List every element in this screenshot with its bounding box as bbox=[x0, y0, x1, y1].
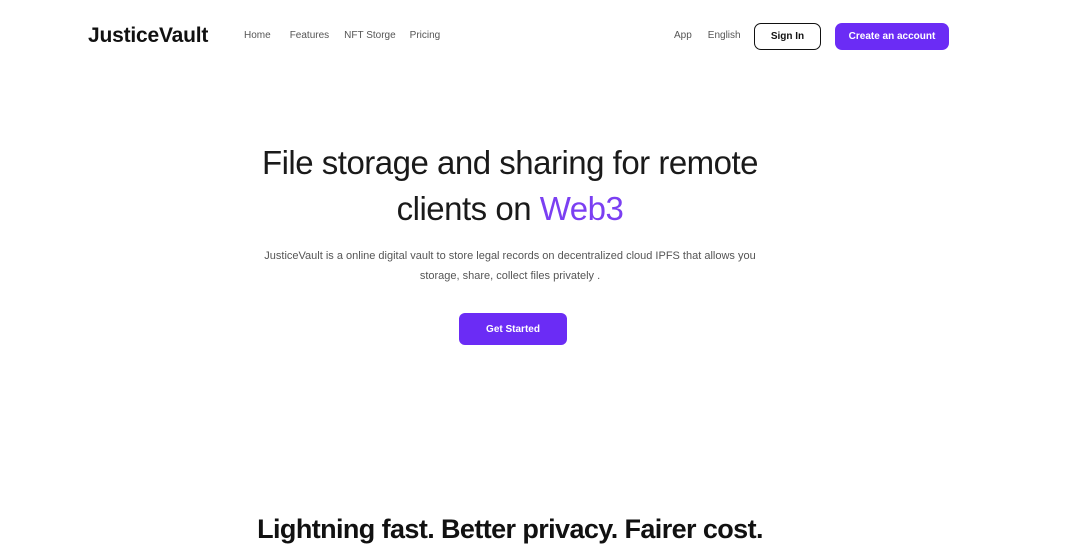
hero-subtitle-line2: storage, share, collect files privately … bbox=[419, 270, 601, 282]
top-navbar: JusticeVault Home Features NFT Storge Pr… bbox=[0, 0, 1080, 74]
page: JusticeVault Home Features NFT Storge Pr… bbox=[0, 0, 1080, 548]
hero-title-line1: File storage and sharing for remote bbox=[261, 144, 759, 181]
main-nav: Home Features NFT Storge Pricing bbox=[244, 30, 440, 41]
sign-in-button[interactable]: Sign In bbox=[754, 23, 821, 50]
language-selector[interactable]: English bbox=[708, 30, 741, 41]
hero-subtitle-line1: JusticeVault is a online digital vault t… bbox=[264, 250, 756, 262]
hero-title: File storage and sharing for remote clie… bbox=[200, 140, 820, 232]
create-account-button[interactable]: Create an account bbox=[835, 23, 949, 50]
nav-features[interactable]: Features bbox=[290, 30, 329, 41]
features-section-title: Lightning fast. Better privacy. Fairer c… bbox=[257, 514, 763, 544]
hero-title-line2: clients on bbox=[396, 190, 540, 227]
nav-pricing[interactable]: Pricing bbox=[410, 30, 441, 41]
app-link[interactable]: App bbox=[674, 30, 692, 41]
nav-home[interactable]: Home bbox=[244, 30, 271, 41]
get-started-button[interactable]: Get Started bbox=[459, 313, 567, 345]
brand-logo[interactable]: JusticeVault bbox=[88, 24, 208, 48]
hero-subtitle: JusticeVault is a online digital vault t… bbox=[230, 246, 790, 286]
header-utility-links: App English bbox=[674, 30, 741, 41]
hero-title-accent: Web3 bbox=[539, 190, 624, 227]
nav-nft-storage[interactable]: NFT Storge bbox=[344, 30, 396, 41]
